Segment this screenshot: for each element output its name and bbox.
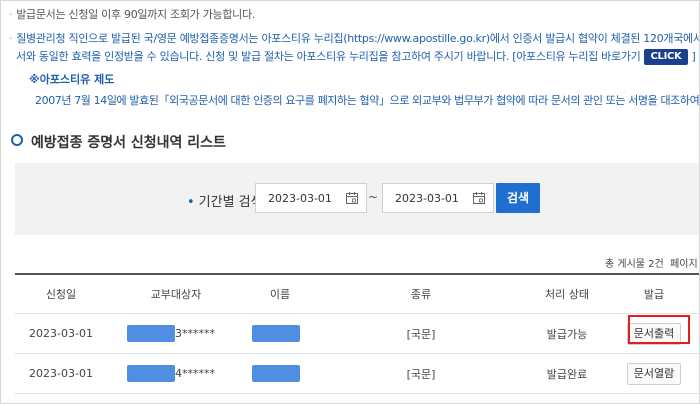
notice-retention: · 발급문서는 신청일 이후 90일까지 조회가 가능합니다.: [9, 8, 255, 21]
print-document-button[interactable]: 문서출력: [626, 322, 682, 345]
page-frame: · 발급문서는 신청일 이후 90일까지 조회가 가능합니다. · 질병관리청 직인…: [0, 0, 700, 404]
notice-apostille-2: 서와 동일한 효력을 인정받을 수 있습니다. 신청 및 발급 절차는 아포스티…: [16, 49, 696, 65]
header-target: 교부대상자: [150, 288, 202, 301]
bullet-dot: •: [187, 195, 195, 210]
table-row: 2023-03-01 4****** [국문] 발급완료 문서열람: [15, 354, 699, 394]
apostille-heading: ※아포스티유 제도: [29, 73, 115, 86]
search-panel: • 기간별 검색 2023-03-01 ~ 2023-03-01 검색: [15, 163, 699, 235]
calendar-icon[interactable]: [345, 191, 359, 205]
row-action: 문서출력: [607, 314, 699, 353]
period-search-label: • 기간별 검색: [187, 195, 263, 210]
masked-value: [127, 365, 175, 382]
row-date: 2023-03-01: [29, 327, 93, 340]
row-target: 4******: [127, 354, 245, 393]
total-count: 총 게시물 2건 페이지 :: [605, 259, 699, 270]
date-range-separator: ~: [368, 190, 379, 204]
header-status: 처리 상태: [545, 288, 589, 301]
header-issue: 발급: [643, 288, 665, 301]
search-button[interactable]: 검색: [496, 183, 540, 213]
header-name: 이름: [269, 288, 291, 301]
request-table: 신청일 교부대상자 이름 종류 처리 상태 발급 2023-03-01 3***…: [15, 273, 699, 394]
bullet-dot: ·: [9, 32, 13, 45]
row-status: 발급완료: [546, 367, 588, 381]
end-date-input[interactable]: 2023-03-01: [382, 183, 494, 213]
row-kind: [국문]: [406, 327, 436, 341]
header-date: 신청일: [45, 288, 77, 301]
row-date: 2023-03-01: [29, 367, 93, 380]
start-date-input[interactable]: 2023-03-01: [255, 183, 367, 213]
header-kind: 종류: [410, 288, 432, 301]
row-action: 문서열람: [607, 354, 699, 393]
row-status: 발급가능: [546, 327, 588, 341]
view-document-button[interactable]: 문서열람: [626, 362, 682, 385]
masked-value: [127, 325, 175, 342]
bullet-dot: ·: [9, 8, 13, 21]
section-title: 예방접종 증명서 신청내역 리스트: [11, 132, 226, 152]
row-name: [252, 354, 300, 393]
row-target: 3******: [127, 314, 245, 353]
masked-name: [252, 365, 300, 382]
table-header-row: 신청일 교부대상자 이름 종류 처리 상태 발급: [15, 275, 699, 314]
apostille-click-button[interactable]: CLICK: [644, 49, 688, 65]
masked-name: [252, 325, 300, 342]
row-name: [252, 314, 300, 353]
calendar-icon[interactable]: [472, 191, 486, 205]
row-kind: [국문]: [406, 367, 436, 381]
apostille-description: 2007년 7월 14일에 발효된「외국공문서에 대한 인증의 요구를 폐지하는…: [35, 94, 700, 107]
circle-bullet-icon: [11, 134, 23, 146]
notice-apostille-1: · 질병관리청 직인으로 발급된 국/영문 예방접종증명서는 아포스티유 누리집(…: [9, 32, 700, 45]
table-row: 2023-03-01 3****** [국문] 발급가능 문서출력: [15, 314, 699, 354]
